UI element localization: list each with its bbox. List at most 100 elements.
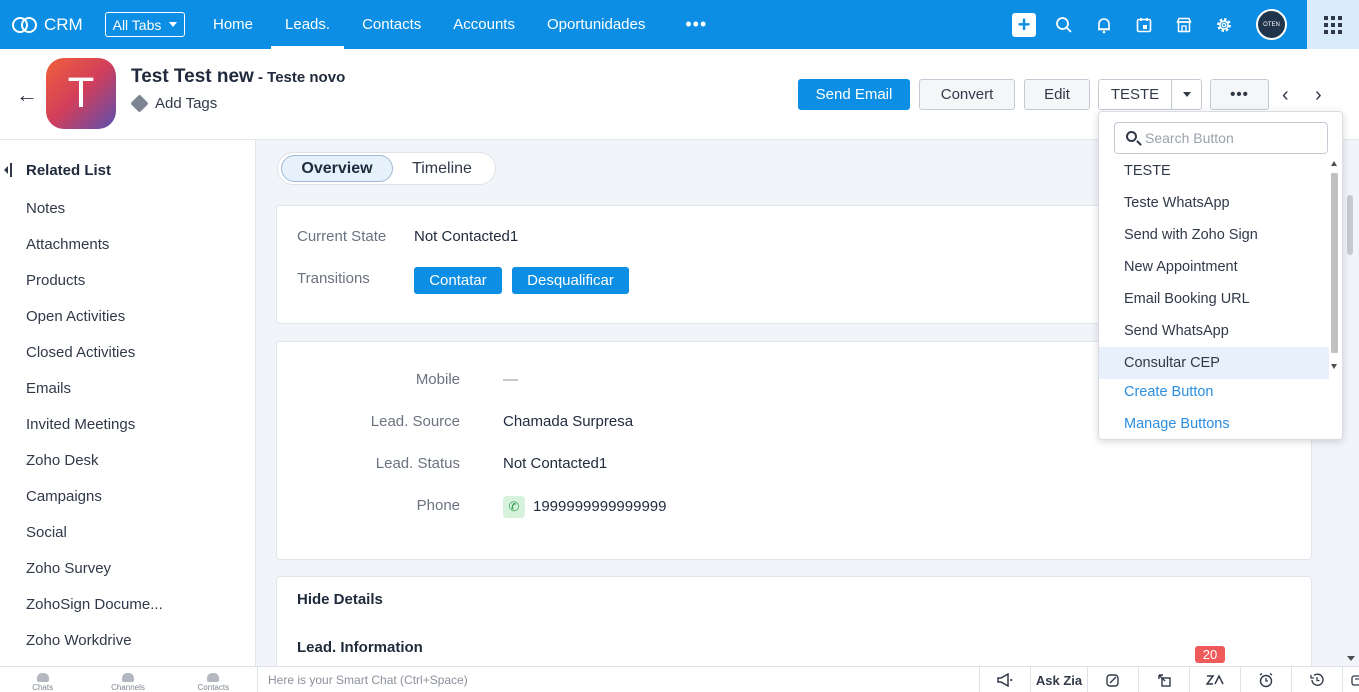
calendar-icon[interactable] — [1124, 0, 1164, 49]
record-name: Test Test new — [131, 66, 254, 87]
gear-icon[interactable] — [1204, 0, 1244, 49]
related-item-zoho-desk[interactable]: Zoho Desk — [26, 451, 163, 487]
details-card: Hide Details Lead. Information — [276, 576, 1312, 676]
current-state-label: Current State — [297, 228, 387, 245]
share-icon[interactable] — [1138, 667, 1189, 692]
tab-timeline[interactable]: Timeline — [393, 155, 491, 182]
dropdown-item-teste-whatsapp[interactable]: Teste WhatsApp — [1099, 187, 1329, 219]
bell-icon[interactable] — [1084, 0, 1124, 49]
teste-dropdown-toggle[interactable] — [1172, 80, 1201, 109]
related-item-zoho-workdrive[interactable]: Zoho Workdrive — [26, 631, 163, 667]
more-actions-button[interactable]: ••• — [1210, 79, 1269, 110]
megaphone-icon[interactable] — [979, 667, 1030, 692]
alarm-clock-icon[interactable] — [1240, 667, 1291, 692]
search-button-input[interactable]: Search Button — [1114, 122, 1328, 154]
caret-down-icon — [169, 22, 178, 27]
lead-source-value[interactable]: Chamada Surpresa — [503, 413, 633, 430]
desqualificar-button[interactable]: Desqualificar — [512, 267, 629, 294]
dropdown-scrollbar[interactable] — [1329, 159, 1339, 374]
add-tags-link[interactable]: Add Tags — [130, 94, 217, 113]
tag-icon — [130, 94, 149, 113]
teste-button[interactable]: TESTE — [1099, 80, 1172, 109]
module-tabs: Home Leads. Contacts Accounts Oportunida… — [199, 0, 725, 49]
related-list-title: Related List — [26, 162, 112, 179]
smart-chat-input[interactable]: Here is your Smart Chat (Ctrl+Space) — [257, 667, 979, 692]
convert-button[interactable]: Convert — [919, 79, 1015, 110]
tab-home[interactable]: Home — [199, 0, 267, 49]
edit-note-icon[interactable] — [1087, 667, 1138, 692]
record-title: Test Test new - Teste novo — [131, 66, 345, 88]
edit-button[interactable]: Edit — [1024, 79, 1090, 110]
manage-buttons-link[interactable]: Manage Buttons — [1124, 416, 1230, 432]
scroll-down-icon[interactable] — [1347, 656, 1355, 661]
crm-logo-icon — [12, 16, 38, 33]
chat-bubble-icon — [36, 673, 49, 682]
dropdown-item-new-appointment[interactable]: New Appointment — [1099, 251, 1329, 283]
dropdown-item-consultar-cep[interactable]: Consultar CEP — [1099, 347, 1329, 379]
all-tabs-label: All Tabs — [112, 16, 162, 33]
related-item-attachments[interactable]: Attachments — [26, 235, 163, 271]
next-record-chevron-icon[interactable]: › — [1315, 85, 1322, 105]
tab-overview[interactable]: Overview — [281, 155, 393, 182]
phone-value[interactable]: 1999999999999999 — [533, 498, 666, 515]
plus-icon[interactable]: + — [1004, 0, 1044, 49]
related-item-emails[interactable]: Emails — [26, 379, 163, 415]
record-subtitle: - Teste novo — [253, 69, 346, 86]
scroll-down-icon[interactable] — [1331, 364, 1337, 369]
send-email-button[interactable]: Send Email — [798, 79, 910, 110]
tab-leads[interactable]: Leads. — [271, 0, 345, 49]
chat-tabs: Chats Channels Contacts — [0, 667, 256, 692]
tab-oportunidades[interactable]: Oportunidades — [533, 0, 659, 49]
bottom-tools: Ask Zia — [979, 667, 1359, 692]
lead-information-heading: Lead. Information — [297, 639, 423, 656]
dropdown-item-email-booking-url[interactable]: Email Booking URL — [1099, 283, 1329, 315]
page-scrollbar-thumb[interactable] — [1347, 195, 1353, 255]
scroll-up-icon[interactable] — [1331, 161, 1337, 166]
all-tabs-dropdown[interactable]: All Tabs — [105, 12, 185, 37]
tab-accounts[interactable]: Accounts — [439, 0, 529, 49]
store-icon[interactable] — [1164, 0, 1204, 49]
mobile-value[interactable]: — — [503, 371, 518, 388]
dropdown-scrollbar-thumb[interactable] — [1331, 173, 1338, 353]
user-avatar[interactable]: OTEN — [1256, 9, 1287, 40]
contacts-tab[interactable]: Contacts — [171, 667, 256, 692]
related-item-zohosign-documents[interactable]: ZohoSign Docume... — [26, 595, 163, 631]
chats-tab[interactable]: Chats — [0, 667, 85, 692]
dropdown-item-send-whatsapp[interactable]: Send WhatsApp — [1099, 315, 1329, 347]
top-navbar: CRM All Tabs Home Leads. Contacts Accoun… — [0, 0, 1359, 49]
collapse-sidebar-icon[interactable] — [4, 163, 12, 177]
contatar-button[interactable]: Contatar — [414, 267, 502, 294]
more-tabs-button[interactable]: ••• — [671, 0, 721, 49]
related-item-open-activities[interactable]: Open Activities — [26, 307, 163, 343]
search-icon — [1126, 131, 1137, 142]
channels-label: Channels — [111, 683, 145, 692]
chats-label: Chats — [32, 683, 54, 692]
apps-grid-icon[interactable] — [1307, 0, 1359, 49]
lead-source-label: Lead. Source — [370, 413, 460, 430]
ask-zia-button[interactable]: Ask Zia — [1030, 667, 1087, 692]
back-arrow-icon[interactable]: ← — [16, 82, 38, 108]
related-item-invited-meetings[interactable]: Invited Meetings — [26, 415, 163, 451]
search-icon[interactable] — [1044, 0, 1084, 49]
related-item-social[interactable]: Social — [26, 523, 163, 559]
cube-icon[interactable] — [1342, 667, 1359, 692]
channels-tab[interactable]: Channels — [85, 667, 170, 692]
lead-status-value[interactable]: Not Contacted1 — [503, 455, 607, 472]
related-item-closed-activities[interactable]: Closed Activities — [26, 343, 163, 379]
tab-contacts[interactable]: Contacts — [348, 0, 435, 49]
hide-details-link[interactable]: Hide Details — [297, 591, 383, 608]
page-scrollbar[interactable] — [1343, 140, 1359, 666]
history-icon[interactable] — [1291, 667, 1342, 692]
create-button-link[interactable]: Create Button — [1124, 384, 1213, 400]
previous-record-chevron-icon[interactable]: ‹ — [1282, 85, 1289, 105]
related-item-products[interactable]: Products — [26, 271, 163, 307]
phone-icon[interactable]: ✆ — [503, 496, 525, 518]
crm-brand[interactable]: CRM — [12, 15, 105, 35]
lead-status-label: Lead. Status — [375, 455, 460, 472]
dropdown-item-send-with-zoho-sign[interactable]: Send with Zoho Sign — [1099, 219, 1329, 251]
related-item-zoho-survey[interactable]: Zoho Survey — [26, 559, 163, 595]
related-item-campaigns[interactable]: Campaigns — [26, 487, 163, 523]
dropdown-item-teste[interactable]: TESTE — [1099, 155, 1329, 187]
zia-icon[interactable] — [1189, 667, 1240, 692]
related-item-notes[interactable]: Notes — [26, 199, 163, 235]
